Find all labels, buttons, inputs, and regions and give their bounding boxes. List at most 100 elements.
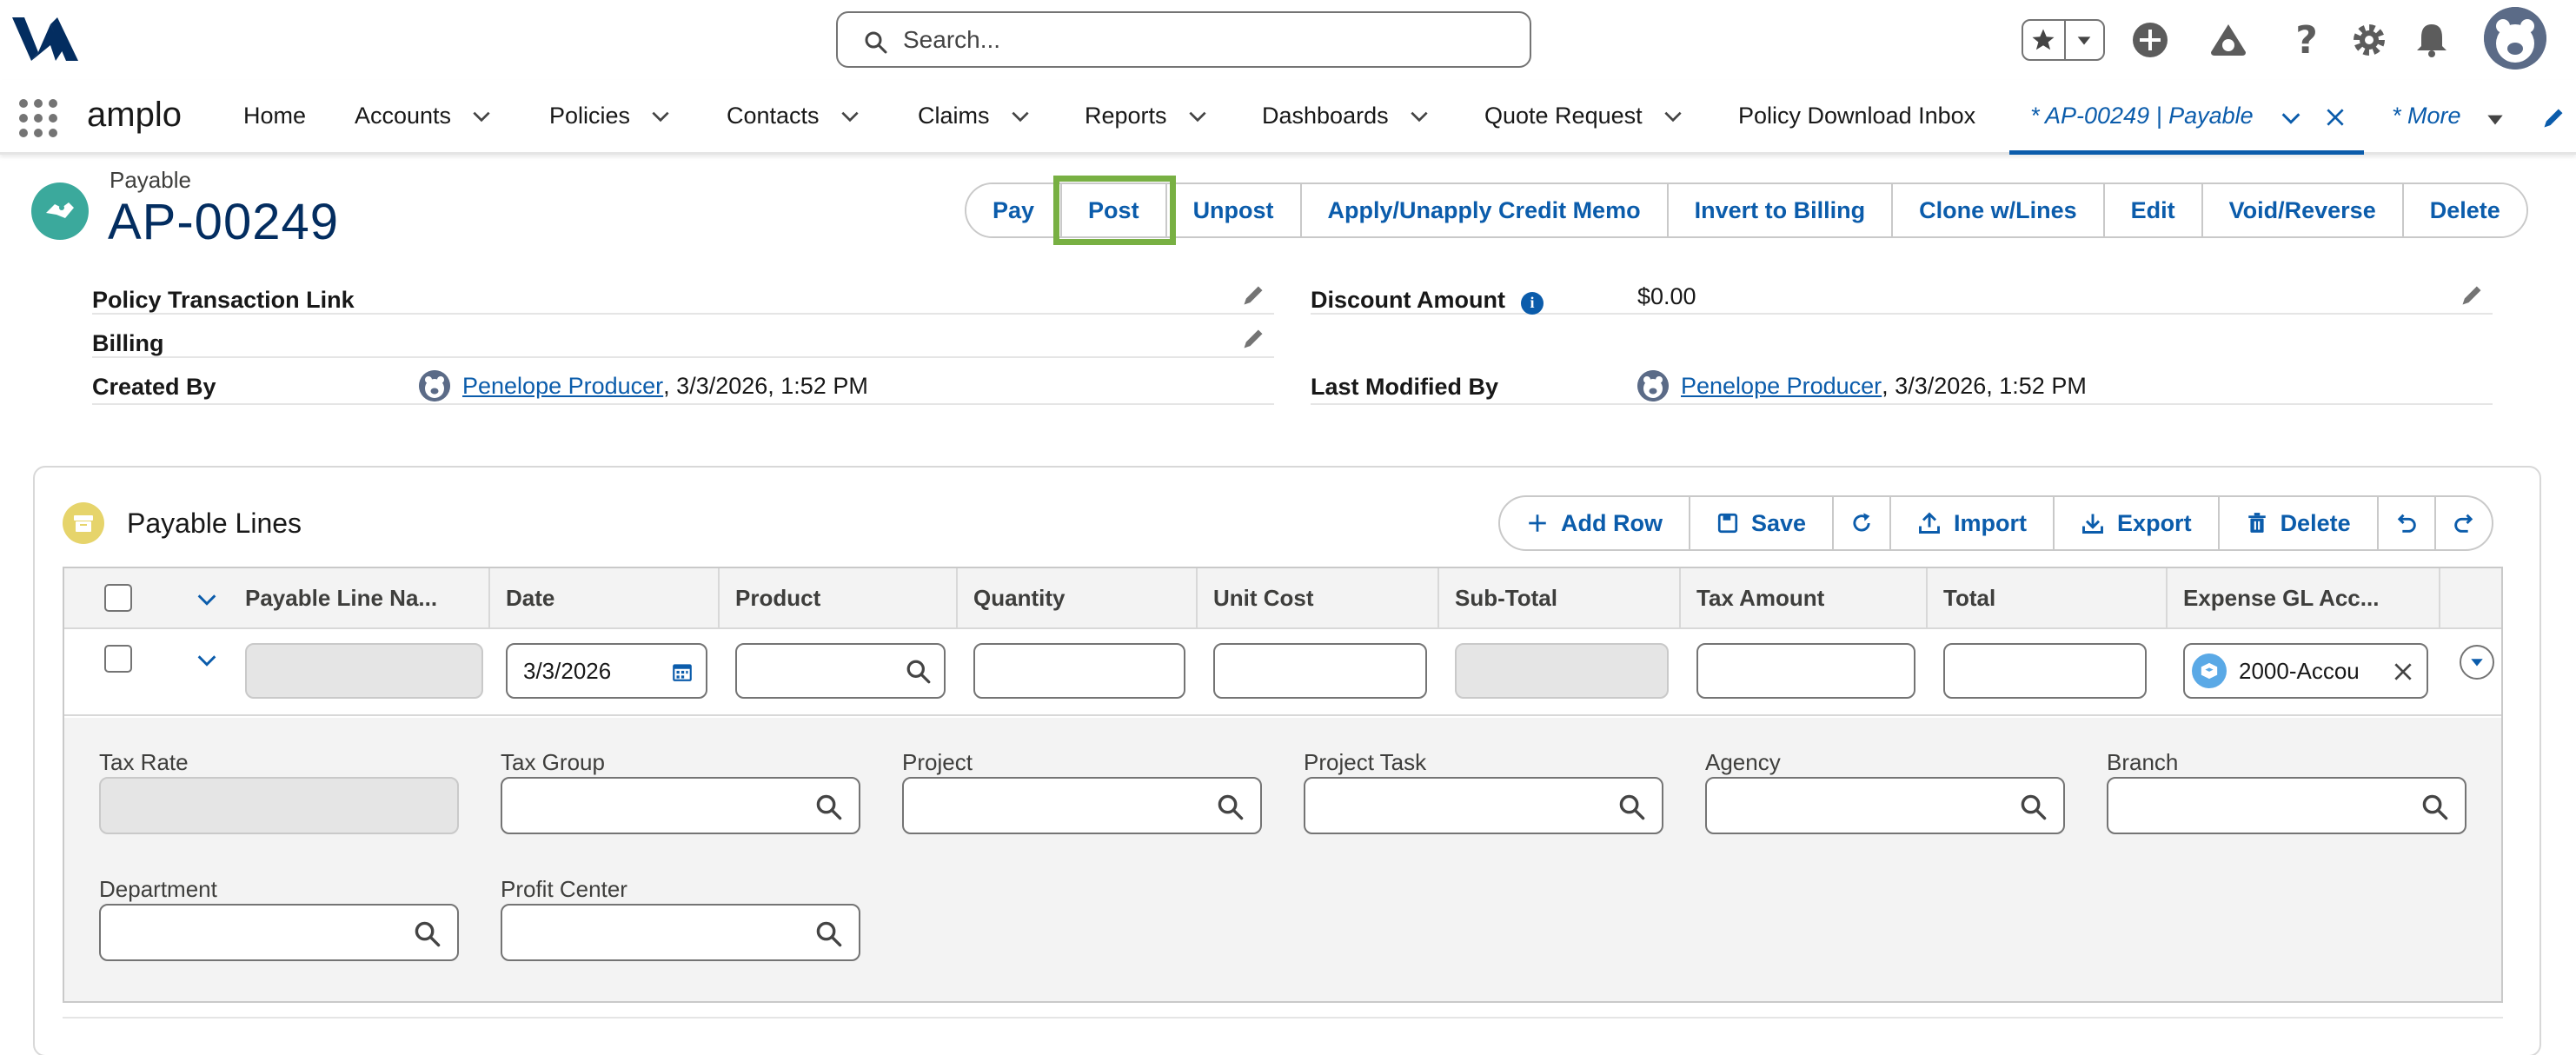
clone-with-lines-button[interactable]: Clone w/Lines <box>1893 184 2105 236</box>
last-modified-by-date: , 3/3/2026, 1:52 PM <box>1882 372 2087 399</box>
column-expense-gl-account[interactable]: Expense GL Acc... <box>2168 568 2440 627</box>
column-total[interactable]: Total <box>1928 568 2168 627</box>
chevron-down-icon[interactable] <box>1662 105 1684 128</box>
row-actions-button[interactable] <box>2460 645 2494 680</box>
created-by-row: Created By Penelope Producer , 3/3/2026,… <box>92 358 1274 405</box>
help-button[interactable]: ? <box>2286 18 2327 63</box>
pencil-icon[interactable] <box>2460 283 2484 308</box>
chevron-down-icon[interactable] <box>2484 108 2506 130</box>
nav-item-policies[interactable]: Policies <box>549 103 672 129</box>
logo[interactable] <box>12 16 78 61</box>
product-lookup-input[interactable] <box>735 643 946 699</box>
nav-item-label: Contacts <box>727 103 820 129</box>
close-icon[interactable] <box>2324 106 2347 129</box>
project-input[interactable] <box>902 777 1262 834</box>
column-tax-amount[interactable]: Tax Amount <box>1681 568 1928 627</box>
pencil-icon[interactable] <box>1241 327 1265 351</box>
tax-rate-field: Tax Rate <box>99 749 459 834</box>
chevron-down-icon[interactable] <box>1408 105 1431 128</box>
info-icon[interactable]: i <box>1520 291 1544 315</box>
chevron-down-icon[interactable] <box>1009 105 1032 128</box>
row-checkbox[interactable] <box>104 645 132 673</box>
pencil-icon[interactable] <box>2541 106 2566 130</box>
nav-item-reports[interactable]: Reports <box>1085 103 1209 129</box>
search-input[interactable] <box>903 23 1503 56</box>
agency-input[interactable] <box>1705 777 2065 834</box>
record-header: Payable AP-00249 Pay Post Unpost Apply/U… <box>0 155 2576 266</box>
tax-group-input[interactable] <box>501 777 860 834</box>
chevron-down-icon[interactable] <box>1186 105 1209 128</box>
gl-account-icon <box>2192 654 2227 688</box>
quantity-input[interactable] <box>973 643 1185 699</box>
tax-rate-input <box>99 777 459 834</box>
save-button[interactable]: Save <box>1690 497 1835 549</box>
column-payable-line-name[interactable]: Payable Line Na... <box>229 568 490 627</box>
profit-center-input[interactable] <box>501 904 860 961</box>
calendar-icon[interactable] <box>671 660 694 683</box>
column-sub-total[interactable]: Sub-Total <box>1439 568 1681 627</box>
chevron-down-icon[interactable] <box>195 648 219 673</box>
pay-button[interactable]: Pay <box>966 184 1063 236</box>
created-by-date: , 3/3/2026, 1:52 PM <box>663 372 868 399</box>
date-value: 3/3/2026 <box>523 657 612 684</box>
post-button[interactable]: Post <box>1053 176 1176 245</box>
pencil-icon[interactable] <box>1241 283 1265 308</box>
global-actions-button[interactable] <box>2129 19 2171 61</box>
avatar[interactable] <box>2484 7 2546 70</box>
favorites-menu-button[interactable] <box>2066 21 2103 59</box>
chevron-down-icon[interactable] <box>2279 106 2303 130</box>
export-button[interactable]: Export <box>2055 497 2220 549</box>
nav-item-dashboards[interactable]: Dashboards <box>1262 103 1431 129</box>
total-input[interactable] <box>1943 643 2147 699</box>
trailhead-button[interactable] <box>2208 19 2249 61</box>
nav-more[interactable]: * More <box>2392 103 2461 129</box>
chevron-down-icon[interactable] <box>649 105 672 128</box>
delete-button[interactable]: Delete <box>2403 184 2526 236</box>
date-input[interactable]: 3/3/2026 <box>506 643 707 699</box>
select-all-checkbox[interactable] <box>104 584 132 612</box>
nav-item-contacts[interactable]: Contacts <box>727 103 861 129</box>
refresh-button[interactable] <box>1834 497 1892 549</box>
favorites-button[interactable] <box>2023 21 2066 59</box>
void-reverse-button[interactable]: Void/Reverse <box>2202 184 2404 236</box>
chevron-down-icon[interactable] <box>470 105 493 128</box>
unpost-button[interactable]: Unpost <box>1166 184 1302 236</box>
tab-ap-00249[interactable]: * AP-00249 | Payable <box>2009 80 2364 155</box>
tab-label: * AP-00249 | Payable <box>2030 103 2254 129</box>
record-actions: Pay Post Unpost Apply/Unapply Credit Mem… <box>965 176 2528 245</box>
tax-amount-input[interactable] <box>1696 643 1915 699</box>
app-launcher-icon[interactable] <box>19 99 57 137</box>
nav-item-claims[interactable]: Claims <box>918 103 1032 129</box>
global-search[interactable] <box>836 11 1531 68</box>
expense-gl-account-input[interactable]: 2000-Accou <box>2183 643 2428 699</box>
created-by-user-link[interactable]: Penelope Producer <box>462 373 663 400</box>
column-unit-cost[interactable]: Unit Cost <box>1198 568 1439 627</box>
import-button[interactable]: Import <box>1891 497 2055 549</box>
branch-input[interactable] <box>2107 777 2466 834</box>
nav-item-accounts[interactable]: Accounts <box>355 103 493 129</box>
nav-item-quote-request[interactable]: Quote Request <box>1484 103 1684 129</box>
column-quantity[interactable]: Quantity <box>958 568 1198 627</box>
unit-cost-input[interactable] <box>1213 643 1427 699</box>
apply-credit-memo-button[interactable]: Apply/Unapply Credit Memo <box>1301 184 1669 236</box>
close-icon[interactable] <box>2392 660 2414 683</box>
invert-to-billing-button[interactable]: Invert to Billing <box>1668 184 1894 236</box>
plus-circle-icon <box>2133 23 2168 57</box>
project-task-input[interactable] <box>1304 777 1663 834</box>
nav-item-home[interactable]: Home <box>243 103 306 129</box>
add-row-button[interactable]: Add Row <box>1500 497 1690 549</box>
last-modified-by-user-link[interactable]: Penelope Producer <box>1681 373 1882 400</box>
app-name: amplo <box>87 96 182 134</box>
delete-lines-button[interactable]: Delete <box>2220 497 2379 549</box>
undo-button[interactable] <box>2379 497 2436 549</box>
column-product[interactable]: Product <box>720 568 958 627</box>
nav-item-policy-download-inbox[interactable]: Policy Download Inbox <box>1738 103 1975 129</box>
chevron-down-icon[interactable] <box>195 587 219 612</box>
notifications-button[interactable] <box>2411 19 2453 61</box>
department-input[interactable] <box>99 904 459 961</box>
column-date[interactable]: Date <box>490 568 720 627</box>
edit-button[interactable]: Edit <box>2104 184 2203 236</box>
chevron-down-icon[interactable] <box>839 105 861 128</box>
setup-button[interactable] <box>2348 19 2390 61</box>
redo-button[interactable] <box>2436 497 2492 549</box>
